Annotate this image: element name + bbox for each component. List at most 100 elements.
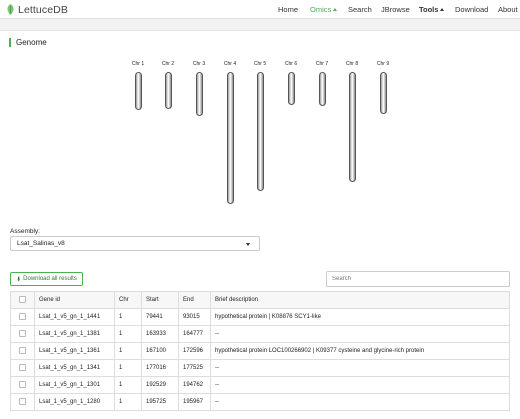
chevron-down-icon — [246, 243, 250, 246]
nav-search[interactable]: Search — [348, 5, 372, 14]
row-checkbox[interactable] — [19, 364, 26, 372]
cell-description: -- — [210, 393, 510, 411]
cell-chr: 1 — [114, 376, 142, 394]
chevron-up-icon — [333, 8, 338, 11]
cell-gene-id[interactable]: Lsat_1_v5_gn_1_1301 — [34, 376, 115, 394]
assembly-select[interactable]: Lsat_Salinas_v8 — [10, 236, 260, 251]
cell-start: 79441 — [141, 308, 179, 326]
nav-home[interactable]: Home — [278, 5, 298, 14]
search-input[interactable] — [326, 271, 510, 287]
table-row[interactable]: Lsat_1_v5_gn_1_1381 1 163933 164777 -- — [10, 325, 510, 343]
chromosome-bar[interactable] — [379, 72, 387, 114]
nav-links: Home Omics Search JBrowse Tools Download About — [0, 0, 520, 18]
chromosome-label: Chr 3 — [192, 61, 206, 67]
chromosome-bar[interactable] — [348, 72, 356, 182]
row-checkbox-cell — [10, 342, 35, 360]
nav-label: JBrowse — [381, 5, 410, 14]
row-checkbox[interactable] — [19, 347, 26, 355]
top-navbar: LettuceDB Home Omics Search JBrowse Tools Dow… — [0, 0, 520, 19]
nav-download[interactable]: Download — [455, 5, 488, 14]
chromosome-bar[interactable] — [226, 72, 234, 204]
column-header-description[interactable]: Brief description — [210, 291, 510, 309]
table-row[interactable]: Lsat_1_v5_gn_1_1361 1 167100 172596 hypothet… — [10, 342, 510, 360]
chromosome-bar[interactable] — [164, 72, 172, 109]
row-checkbox-cell — [10, 308, 35, 326]
nav-label: About — [498, 5, 518, 14]
nav-label: Search — [348, 5, 372, 14]
cell-start: 192529 — [141, 376, 179, 394]
download-all-label: Download all results — [23, 276, 77, 282]
nav-label: Home — [278, 5, 299, 14]
table-header-row: Gene id Chr Start End Brief description — [10, 291, 510, 309]
cell-gene-id[interactable]: Lsat_1_v5_gn_1_1280 — [34, 393, 115, 411]
chromosome-bar[interactable] — [134, 72, 142, 110]
chromosome-label: Chr 9 — [376, 61, 390, 67]
cell-end: 172596 — [178, 342, 211, 360]
cell-start: 167100 — [141, 342, 179, 360]
table-row[interactable]: Lsat_1_v5_gn_1_1341 1 177016 177525 -- — [10, 359, 510, 377]
cell-gene-id[interactable]: Lsat_1_v5_gn_1_1341 — [34, 359, 115, 377]
row-checkbox-cell — [10, 376, 35, 394]
chromosome-bar[interactable] — [195, 72, 203, 116]
cell-chr: 1 — [114, 393, 142, 411]
cell-start: 177016 — [141, 359, 179, 377]
chromosome-label: Chr 7 — [315, 61, 329, 67]
chevron-up-icon — [440, 8, 445, 11]
row-checkbox[interactable] — [19, 398, 26, 406]
chromosome-label: Chr 4 — [223, 61, 237, 67]
chromosome-label: Chr 8 — [345, 61, 359, 67]
row-checkbox[interactable] — [19, 330, 26, 338]
nav-label: Download — [455, 5, 489, 14]
column-header-start[interactable]: Start — [141, 291, 179, 309]
cell-start: 195725 — [141, 393, 179, 411]
table-row[interactable]: Lsat_1_v5_gn_1_1441 1 79441 93015 hypothetic… — [10, 308, 510, 326]
cell-chr: 1 — [114, 359, 142, 377]
nav-label: Tools — [419, 5, 439, 14]
select-all-checkbox[interactable] — [19, 296, 26, 304]
chromosome-bar[interactable] — [318, 72, 326, 106]
cell-end: 164777 — [178, 325, 211, 343]
nav-tools[interactable]: Tools — [419, 5, 445, 14]
table-body: Lsat_1_v5_gn_1_1441 1 79441 93015 hypothetic… — [10, 308, 510, 411]
download-icon: ⬇ — [16, 276, 22, 283]
chromosome-bar[interactable] — [287, 72, 295, 105]
chromosome-label: Chr 2 — [161, 61, 175, 67]
row-checkbox-cell — [10, 359, 35, 377]
chromosome-label: Chr 5 — [253, 61, 267, 67]
cell-description: -- — [210, 325, 510, 343]
gene-table: Gene id Chr Start End Brief description … — [10, 291, 510, 411]
column-header-end[interactable]: End — [178, 291, 211, 309]
cell-end: 93015 — [178, 308, 211, 326]
row-checkbox[interactable] — [19, 313, 26, 321]
cell-description: -- — [210, 376, 510, 394]
cell-chr: 1 — [114, 342, 142, 360]
column-header-chr[interactable]: Chr — [114, 291, 142, 309]
row-checkbox[interactable] — [19, 381, 26, 389]
cell-chr: 1 — [114, 325, 142, 343]
cell-gene-id[interactable]: Lsat_1_v5_gn_1_1361 — [34, 342, 115, 360]
row-checkbox-cell — [10, 393, 35, 411]
chromosome-label: Chr 1 — [131, 61, 145, 67]
table-row[interactable]: Lsat_1_v5_gn_1_1280 1 195725 195967 -- — [10, 393, 510, 411]
cell-start: 163933 — [141, 325, 179, 343]
nav-omics[interactable]: Omics — [310, 5, 338, 14]
cell-description: -- — [210, 359, 510, 377]
cell-chr: 1 — [114, 308, 142, 326]
cell-description: hypothetical protein LOC100266902 | K093… — [210, 342, 510, 360]
cell-gene-id[interactable]: Lsat_1_v5_gn_1_1441 — [34, 308, 115, 326]
assembly-label: Assembly: — [10, 228, 40, 235]
nav-about[interactable]: About — [498, 5, 518, 14]
download-all-button[interactable]: ⬇ Download all results — [10, 272, 83, 286]
cell-end: 194762 — [178, 376, 211, 394]
nav-jbrowse[interactable]: JBrowse — [381, 5, 410, 14]
cell-description: hypothetical protein | K08876 SCY1-like — [210, 308, 510, 326]
row-checkbox-cell — [10, 325, 35, 343]
select-all-checkbox-cell — [10, 291, 35, 309]
table-row[interactable]: Lsat_1_v5_gn_1_1301 1 192529 194762 -- — [10, 376, 510, 394]
chromosome-bar[interactable] — [256, 72, 264, 191]
chromosome-label: Chr 6 — [284, 61, 298, 67]
cell-gene-id[interactable]: Lsat_1_v5_gn_1_1381 — [34, 325, 115, 343]
assembly-selected-value: Lsat_Salinas_v8 — [17, 240, 65, 247]
column-header-gene-id[interactable]: Gene id — [34, 291, 115, 309]
cell-end: 177525 — [178, 359, 211, 377]
